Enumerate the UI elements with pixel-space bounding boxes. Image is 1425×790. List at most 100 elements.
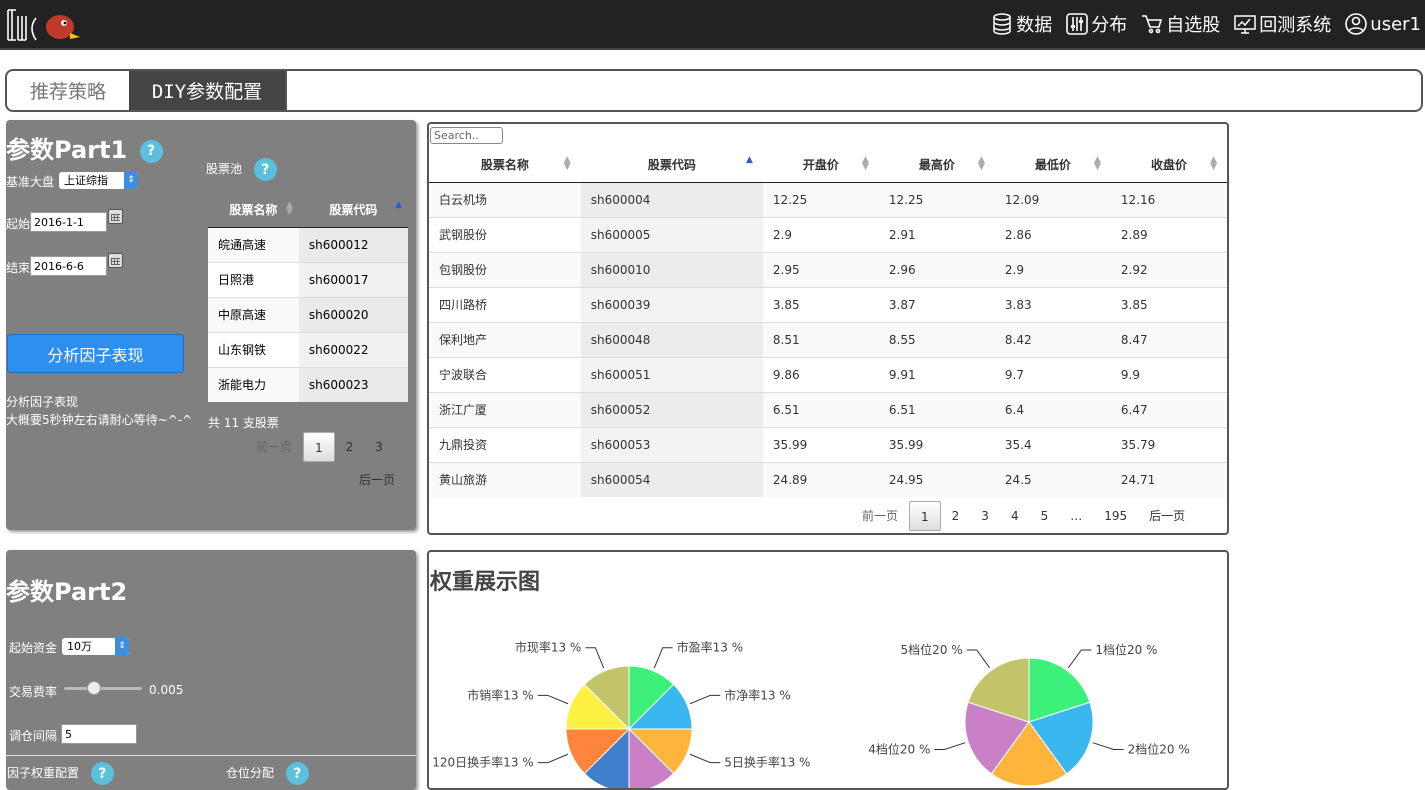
pool-row[interactable]: 山东钢铁 sh600022: [208, 331, 408, 367]
table-cell: 24.5: [994, 461, 1111, 497]
capital-select-value: 10万: [67, 640, 92, 653]
capital-select[interactable]: 10万 ⇕: [62, 638, 129, 655]
pie2-leader-line: [1092, 742, 1124, 751]
table-row[interactable]: 白云机场 sh600004 12.25 12.25 12.09 12.16: [429, 181, 1227, 217]
table-cell: 35.4: [994, 426, 1111, 462]
table-next-page[interactable]: 后一页: [1138, 501, 1196, 531]
pool-row[interactable]: 浙能电力 sh600023: [208, 366, 408, 402]
nav-user[interactable]: user1: [1345, 13, 1421, 35]
table-cell: 3.87: [878, 286, 995, 322]
pool-row[interactable]: 中原高速 sh600020: [208, 296, 408, 332]
calendar-icon[interactable]: [108, 253, 123, 268]
col-close[interactable]: 收盘价 ▲ ▼: [1110, 147, 1227, 183]
table-cell: 2.95: [762, 251, 879, 287]
nav-menu: 数据 分布 自选股 回测系统 user1: [991, 8, 1421, 40]
table-row[interactable]: 浙江广厦 sh600052 6.51 6.51 6.4 6.47: [429, 391, 1227, 427]
params-part2-panel: 参数Part2 起始资金 10万 ⇕ 交易费率 0.005 调仓间隔 5 因子权…: [6, 550, 416, 790]
table-page-2[interactable]: 2: [941, 501, 971, 531]
fee-slider-thumb[interactable]: [86, 681, 101, 695]
table-cell: sh600004: [580, 181, 763, 217]
nav-distribution[interactable]: 分布: [1066, 11, 1127, 37]
sort-both-icon: ▲ ▼: [563, 155, 571, 172]
pool-cell-code: sh600023: [298, 366, 408, 402]
analyze-factors-button[interactable]: 分析因子表现: [7, 334, 184, 373]
pool-cell-code: sh600020: [298, 296, 408, 332]
col-low[interactable]: 最低价 ▲ ▼: [994, 147, 1111, 183]
pool-pagination: 前一页 1 2 3: [245, 432, 394, 462]
table-cell: 12.25: [762, 181, 879, 217]
benchmark-select[interactable]: 上证综指 ⇕: [59, 172, 138, 189]
col-open[interactable]: 开盘价 ▲ ▼: [762, 147, 879, 183]
pool-row[interactable]: 日照港 sh600017: [208, 261, 408, 297]
pool-prev-page[interactable]: 前一页: [245, 432, 303, 462]
table-cell: 6.51: [762, 391, 879, 427]
lucky-logo[interactable]: [6, 6, 82, 44]
table-row[interactable]: 黄山旅游 sh600054 24.89 24.95 24.5 24.71: [429, 461, 1227, 497]
table-page-3[interactable]: 3: [970, 501, 1000, 531]
tab-recommended-strategy[interactable]: 推荐策略: [7, 71, 129, 110]
table-cell: 12.09: [994, 181, 1111, 217]
table-cell: 2.91: [878, 216, 995, 252]
pie2-leader-line: [1067, 649, 1092, 669]
end-date-input[interactable]: 2016-6-6: [30, 256, 107, 276]
end-date-label: 结束: [6, 261, 31, 275]
benchmark-select-value: 上证综指: [64, 174, 108, 187]
sort-both-icon: ▲ ▼: [978, 155, 985, 172]
table-row[interactable]: 保利地产 sh600048 8.51 8.55 8.42 8.47: [429, 321, 1227, 357]
interval-label: 调仓间隔: [9, 729, 58, 743]
pool-page-1[interactable]: 1: [303, 432, 335, 462]
pie1-label: 120日换手率13 %: [432, 755, 533, 770]
col-high[interactable]: 最高价 ▲ ▼: [878, 147, 995, 183]
interval-input[interactable]: 5: [61, 724, 137, 744]
nav-backtest[interactable]: 回测系统: [1234, 11, 1331, 37]
table-cell: 35.99: [762, 426, 879, 462]
table-cell: sh600039: [580, 286, 763, 322]
nav-watchlist[interactable]: 自选股: [1141, 11, 1220, 37]
pool-col-code[interactable]: 股票代码 ▲: [298, 192, 408, 228]
table-page-4[interactable]: 4: [1000, 501, 1030, 531]
table-cell: 浙江广厦: [429, 391, 581, 427]
table-cell: 3.83: [994, 286, 1111, 322]
calendar-icon[interactable]: [108, 209, 123, 224]
table-row[interactable]: 包钢股份 sh600010 2.95 2.96 2.9 2.92: [429, 251, 1227, 287]
nav-user-label: user1: [1370, 13, 1421, 35]
pool-row[interactable]: 皖通高速 sh600012: [208, 226, 408, 262]
sliders-icon: [1066, 13, 1089, 35]
table-page-5[interactable]: 5: [1030, 501, 1060, 531]
table-page-last[interactable]: 195: [1093, 501, 1138, 531]
col-stock-name[interactable]: 股票名称 ▲ ▼: [429, 147, 581, 183]
col-stock-code[interactable]: 股票代码 ▲: [580, 147, 763, 183]
table-row[interactable]: 九鼎投资 sh600053 35.99 35.99 35.4 35.79: [429, 426, 1227, 462]
fee-value: 0.005: [149, 683, 184, 697]
pool-page-3[interactable]: 3: [364, 432, 394, 462]
pool-col-name[interactable]: 股票名称 ▲ ▼: [208, 192, 299, 228]
table-cell: 24.89: [762, 461, 879, 497]
pie2-leader-line: [966, 649, 991, 669]
fee-slider-track[interactable]: [64, 681, 142, 695]
pool-cell-name: 皖通高速: [208, 226, 299, 262]
pool-help-icon[interactable]: ?: [253, 158, 277, 181]
select-arrows-icon: ⇕: [115, 638, 129, 655]
table-row[interactable]: 宁波联合 sh600051 9.86 9.91 9.7 9.9: [429, 356, 1227, 392]
pool-cell-name: 山东钢铁: [208, 331, 299, 367]
table-cell: 黄山旅游: [429, 461, 581, 497]
user-icon: [1345, 13, 1368, 35]
part1-help-icon[interactable]: ?: [139, 139, 163, 163]
pie1-leader-line: [585, 647, 605, 669]
pie1-label: 市盈率13 %: [677, 640, 744, 655]
table-prev-page[interactable]: 前一页: [851, 501, 909, 531]
table-page-1[interactable]: 1: [909, 501, 941, 531]
table-row[interactable]: 四川路桥 sh600039 3.85 3.87 3.83 3.85: [429, 286, 1227, 322]
table-cell: 白云机场: [429, 181, 581, 217]
tab-diy-config[interactable]: DIY参数配置: [129, 71, 287, 110]
pool-next-page[interactable]: 后一页: [348, 465, 406, 495]
table-row[interactable]: 武钢股份 sh600005 2.9 2.91 2.86 2.89: [429, 216, 1227, 252]
start-date-input[interactable]: 2016-1-1: [30, 212, 107, 232]
table-cell: 2.89: [1110, 216, 1227, 252]
table-cell: 9.86: [762, 356, 879, 392]
table-cell: 武钢股份: [429, 216, 581, 252]
search-input[interactable]: Search..: [430, 127, 503, 144]
pool-page-2[interactable]: 2: [335, 432, 365, 462]
part1-title: 参数Part1: [6, 136, 128, 164]
nav-data[interactable]: 数据: [991, 11, 1052, 37]
